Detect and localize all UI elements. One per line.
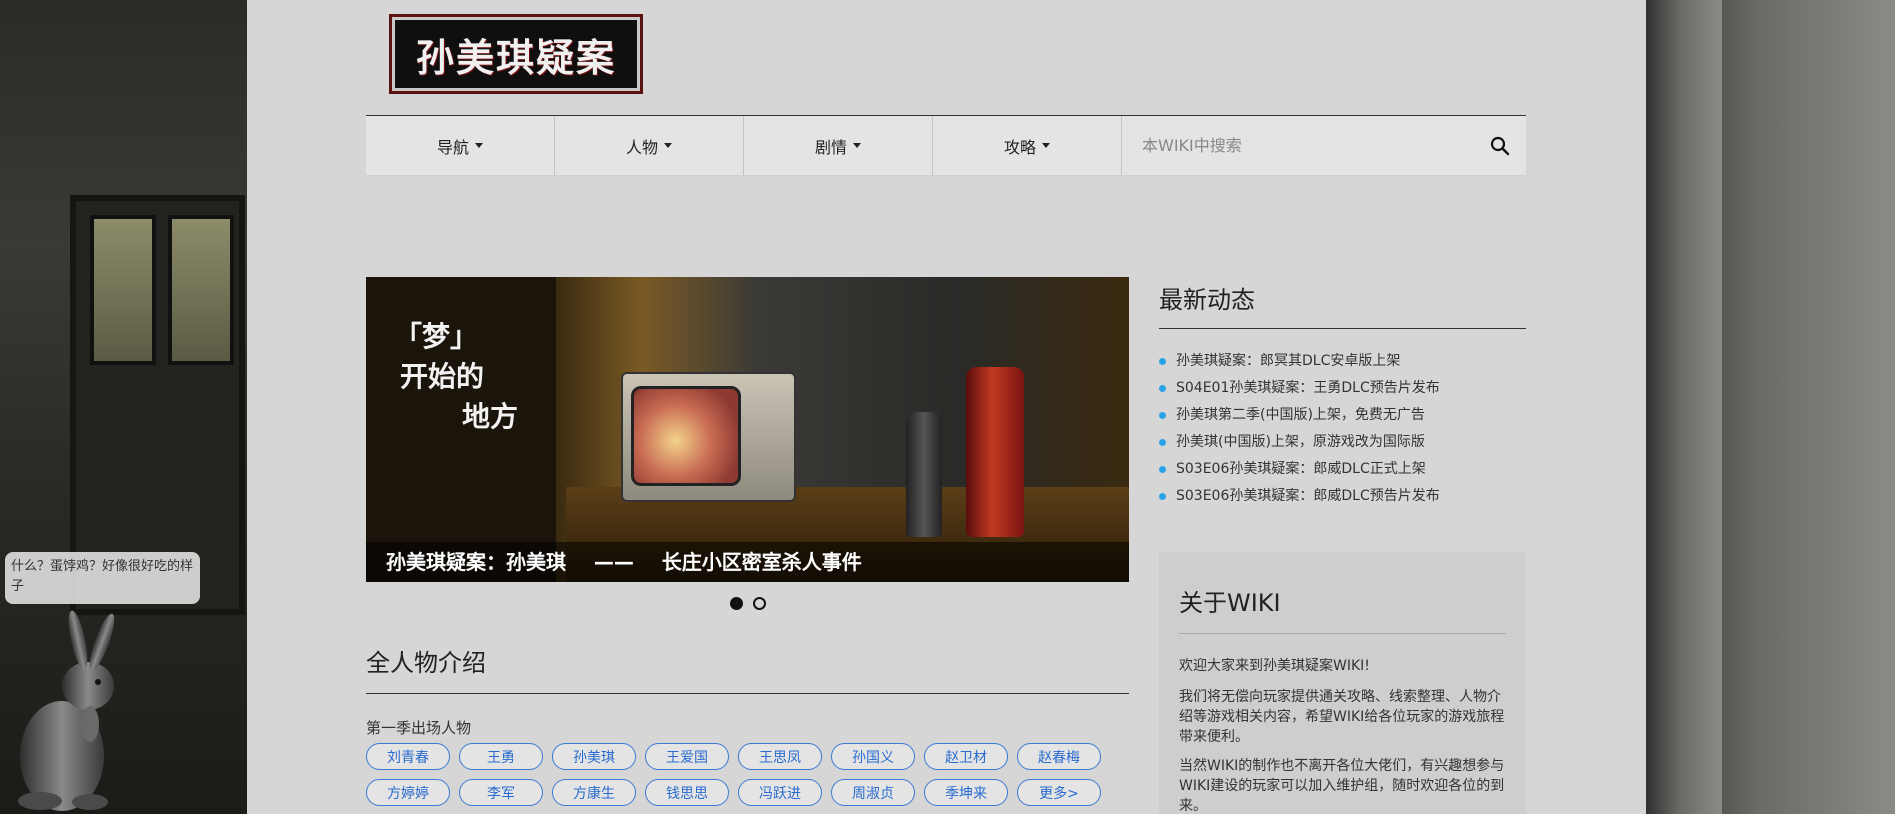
site-logo[interactable]: 孙美琪疑案: [389, 14, 643, 94]
more-characters-button[interactable]: 更多>: [1017, 779, 1101, 806]
news-list: 孙美琪疑案：郎冥其DLC安卓版上架 S04E01孙美琪疑案：王勇DLC预告片发布…: [1159, 349, 1526, 511]
divider: [366, 693, 1129, 694]
carousel-headline: 「梦」 开始的 地方: [394, 320, 519, 433]
hero-carousel[interactable]: 「梦」 开始的 地方 孙美琪疑案：孙美琪 —— 长庄小区密室杀人事件: [366, 277, 1129, 582]
caret-down-icon: [853, 143, 861, 148]
character-tags: 刘青春 王勇 孙美琪 王爱国 王思凤 孙国义 赵卫材 赵春梅 方婷婷 李军 方康…: [366, 743, 1129, 806]
characters-section-title: 全人物介绍: [366, 649, 486, 677]
character-tag[interactable]: 孙美琪: [552, 743, 636, 770]
about-title: 关于WIKI: [1179, 589, 1281, 617]
character-tag[interactable]: 赵春梅: [1017, 743, 1101, 770]
news-item[interactable]: S03E06孙美琪疑案：郎威DLC正式上架: [1159, 457, 1526, 484]
character-tag[interactable]: 赵卫材: [924, 743, 1008, 770]
caret-down-icon: [664, 143, 672, 148]
season-label: 第一季出场人物: [366, 719, 472, 737]
nav-menu-walkthrough[interactable]: 攻略: [933, 116, 1122, 175]
character-tag[interactable]: 王勇: [459, 743, 543, 770]
main-navbar: 导航 人物 剧情 攻略: [366, 115, 1526, 176]
page-content: 孙美琪疑案 导航 人物 剧情 攻略 本WIKI中搜索 「梦」 开始的 地方 孙美…: [366, 0, 1526, 814]
nav-menu-characters[interactable]: 人物: [555, 116, 744, 175]
character-tag[interactable]: 方康生: [552, 779, 636, 806]
caret-down-icon: [475, 143, 483, 148]
character-tag[interactable]: 李军: [459, 779, 543, 806]
news-item[interactable]: S03E06孙美琪疑案：郎威DLC预告片发布: [1159, 484, 1526, 511]
carousel-dots: [730, 597, 766, 610]
character-tag[interactable]: 孙国义: [831, 743, 915, 770]
news-item[interactable]: S04E01孙美琪疑案：王勇DLC预告片发布: [1159, 376, 1526, 403]
search-input[interactable]: [1122, 116, 1526, 175]
rabbit-mascot-icon[interactable]: [0, 606, 140, 814]
about-paragraph: 我们将无偿向玩家提供通关攻略、线索整理、人物介绍等游戏相关内容，希望WIKI给各…: [1179, 689, 1505, 745]
site-logo-text: 孙美琪疑案: [415, 34, 616, 80]
mascot-speech-bubble: 什么？蛋饽鸡？好像很好吃的样子: [5, 552, 200, 604]
carousel-dot-2[interactable]: [753, 597, 766, 610]
news-item[interactable]: 孙美琪第二季(中国版)上架，免费无广告: [1159, 403, 1526, 430]
character-tag[interactable]: 王思凤: [738, 743, 822, 770]
carousel-dot-1[interactable]: [730, 597, 743, 610]
about-wiki-panel: 关于WIKI 欢迎大家来到孙美琪疑案WIKI! 我们将无偿向玩家提供通关攻略、线…: [1159, 552, 1526, 814]
nav-menu-guide[interactable]: 导航: [366, 116, 555, 175]
about-paragraph: 欢迎大家来到孙美琪疑案WIKI!: [1179, 658, 1370, 674]
scene-thermos: [966, 367, 1024, 537]
character-tag[interactable]: 方婷婷: [366, 779, 450, 806]
news-section-title: 最新动态: [1159, 286, 1255, 314]
character-tag[interactable]: 钱思思: [645, 779, 729, 806]
character-tag[interactable]: 冯跃进: [738, 779, 822, 806]
character-tag[interactable]: 王爱国: [645, 743, 729, 770]
scene-television: [621, 372, 796, 502]
wiki-page: 孙美琪疑案 导航 人物 剧情 攻略 本WIKI中搜索 「梦」 开始的 地方 孙美…: [247, 0, 1646, 814]
carousel-caption[interactable]: 孙美琪疑案：孙美琪 —— 长庄小区密室杀人事件: [366, 542, 1129, 582]
nav-menu-story[interactable]: 剧情: [744, 116, 933, 175]
caret-down-icon: [1042, 143, 1050, 148]
divider: [1179, 633, 1506, 634]
character-tag[interactable]: 周淑贞: [831, 779, 915, 806]
character-tag[interactable]: 季坤来: [924, 779, 1008, 806]
divider: [1159, 328, 1526, 329]
search-icon[interactable]: [1490, 136, 1510, 156]
news-item[interactable]: 孙美琪(中国版)上架，原游戏改为国际版: [1159, 430, 1526, 457]
news-item[interactable]: 孙美琪疑案：郎冥其DLC安卓版上架: [1159, 349, 1526, 376]
background-poster: [1646, 0, 1722, 814]
search-box: [1122, 116, 1526, 175]
character-tag[interactable]: 刘青春: [366, 743, 450, 770]
about-paragraph: 当然WIKI的制作也不离开各位大佬们，有兴趣想参与WIKI建设的玩家可以加入维护…: [1179, 758, 1505, 814]
